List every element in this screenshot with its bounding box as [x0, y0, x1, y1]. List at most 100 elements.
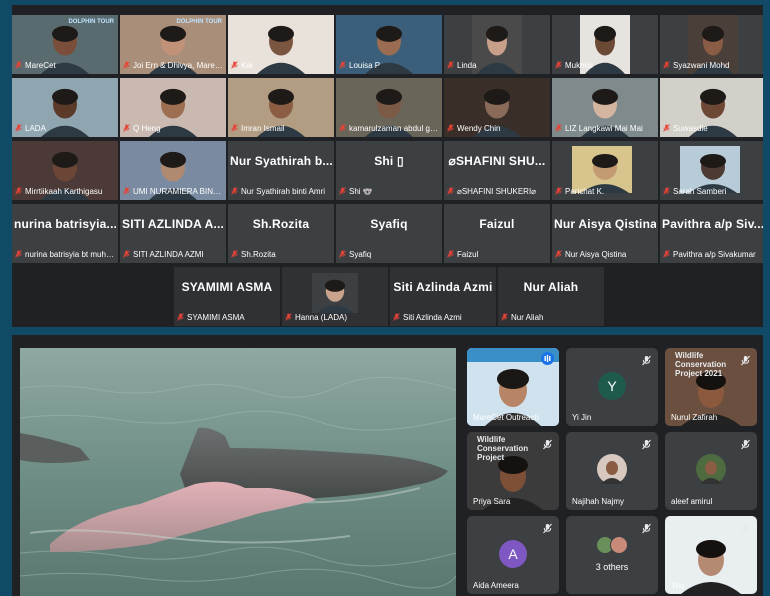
- participant-tile[interactable]: Sarah Samberi: [660, 141, 763, 200]
- participant-tile[interactable]: Pavithra a/p Siv... Pavithra a/p Sivakuma…: [660, 204, 763, 263]
- participant-name-label: Wendy Chin: [447, 124, 547, 134]
- participant-tile[interactable]: Wendy Chin: [444, 78, 550, 137]
- participant-tile[interactable]: ⌀SHAFINI SHU... ⌀SHAFINI SHUKERI⌀: [444, 141, 550, 200]
- participant-name: SITI AZLINDA AZMI: [133, 250, 204, 259]
- participant-tile[interactable]: Linda: [444, 15, 550, 74]
- participant-tile[interactable]: LADA: [12, 78, 118, 137]
- participant-tile[interactable]: Mirrtiikaah Karthigasu: [12, 141, 118, 200]
- participant-name-label: Nur Syathirah binti Amri: [231, 187, 331, 197]
- muted-mic-icon: [123, 61, 130, 69]
- participant-name: Joi Ern & Dhivya, MareCet: [133, 61, 223, 70]
- meet-participant-tile[interactable]: A Aida Ameera: [467, 516, 559, 594]
- participant-display-name: Nur Aisya Qistina: [554, 217, 656, 231]
- participant-tile[interactable]: Nur Aisya Qistina Nur Aisya Qistina: [552, 204, 658, 263]
- participant-tile[interactable]: Hanna (LADA): [282, 267, 388, 326]
- participant-display-name: nurina batrisyia...: [14, 217, 116, 231]
- participant-tile[interactable]: DOLPHIN TOUR Joi Ern & Dhivya, MareCet: [120, 15, 226, 74]
- participant-name-label: nurina batrisyia bt muha...: [15, 250, 115, 260]
- muted-mic-icon: [740, 521, 751, 534]
- participant-avatar: [696, 454, 726, 484]
- muted-mic-icon: [123, 187, 130, 195]
- muted-mic-icon: [231, 124, 238, 132]
- participant-tile[interactable]: Suwasdie: [660, 78, 763, 137]
- meet-participant-tile[interactable]: aleef amirul: [665, 432, 757, 510]
- participant-name: Nur Syathirah binti Amri: [241, 187, 326, 196]
- participant-tile[interactable]: Louisa P: [336, 15, 442, 74]
- meet-participant-name: aleef amirul: [671, 497, 713, 506]
- participant-name: LADA: [25, 124, 46, 133]
- participant-tile[interactable]: nurina batrisyia... nurina batrisyia bt m…: [12, 204, 118, 263]
- muted-mic-icon: [393, 313, 400, 321]
- participant-avatar: Y: [598, 372, 626, 400]
- participant-name-label: SITI AZLINDA AZMI: [123, 250, 223, 260]
- participant-name: LIZ Langkawi Mai Mai: [565, 124, 643, 133]
- participant-name: Nur Aisya Qistina: [565, 250, 627, 259]
- participant-tile[interactable]: kamarulzaman abdul gha...: [336, 78, 442, 137]
- muted-mic-icon: [641, 353, 652, 366]
- participant-avatar: [597, 454, 627, 484]
- participant-tile[interactable]: Imran Ismail: [228, 78, 334, 137]
- zoom-gallery: DOLPHIN TOUR MareCet DOLPHIN TOUR Joi Ern …: [12, 5, 763, 327]
- participant-name: Shi 🐨: [349, 187, 373, 196]
- participant-tile[interactable]: Kai: [228, 15, 334, 74]
- participant-name: Syafiq: [349, 250, 372, 259]
- participant-tile[interactable]: Q Heng: [120, 78, 226, 137]
- participant-display-name: ⌀SHAFINI SHU...: [448, 154, 546, 168]
- participant-name-label: LIZ Langkawi Mai Mai: [555, 124, 655, 134]
- participant-name-label: Joi Ern & Dhivya, MareCet: [123, 61, 223, 71]
- participant-name: Syazwani Mohd: [673, 61, 730, 70]
- participant-tile[interactable]: SYAMIMI ASMA SYAMIMI ASMA: [174, 267, 280, 326]
- participant-tile[interactable]: SITI AZLINDA A... SITI AZLINDA AZMI: [120, 204, 226, 263]
- muted-mic-icon: [339, 61, 346, 69]
- participant-name-label: Shi 🐨: [339, 187, 439, 197]
- participant-tile[interactable]: Syafiq Syafiq: [336, 204, 442, 263]
- meet-participant-tile[interactable]: Najihah Najmy: [566, 432, 658, 510]
- muted-mic-icon: [15, 187, 22, 195]
- participant-tile[interactable]: Shi ▯ Shi 🐨: [336, 141, 442, 200]
- participant-name: Sh.Rozita: [241, 250, 276, 259]
- participant-name: nurina batrisyia bt muha...: [25, 250, 115, 259]
- meet-participant-name: Yi Jin: [572, 413, 592, 422]
- muted-mic-icon: [555, 61, 562, 69]
- participant-tile[interactable]: Nur Syathirah b... Nur Syathirah binti Am…: [228, 141, 334, 200]
- muted-mic-icon: [555, 250, 562, 258]
- muted-mic-icon: [177, 313, 184, 321]
- participant-tile[interactable]: Faizul Faizul: [444, 204, 550, 263]
- shared-screen-dolphin-photo[interactable]: [20, 348, 456, 596]
- participant-name: Siti Azlinda Azmi: [403, 313, 462, 322]
- participant-name: Mirrtiikaah Karthigasu: [25, 187, 103, 196]
- participant-tile[interactable]: LIZ Langkawi Mai Mai: [552, 78, 658, 137]
- muted-mic-icon: [555, 124, 562, 132]
- meet-participant-name: Najihah Najmy: [572, 497, 625, 506]
- participant-tile[interactable]: Siti Azlinda Azmi Siti Azlinda Azmi: [390, 267, 496, 326]
- participant-name-label: Mirrtiikaah Karthigasu: [15, 187, 115, 197]
- meet-participant-tile[interactable]: Y Yi Jin: [566, 348, 658, 426]
- muted-mic-icon: [123, 124, 130, 132]
- meet-participant-tile[interactable]: Wildlife Conservation Project Priya Sara: [467, 432, 559, 510]
- muted-mic-icon: [285, 313, 292, 321]
- participant-name: Linda: [457, 61, 477, 70]
- muted-mic-icon: [339, 187, 346, 195]
- participant-name: Pavithra a/p Sivakumar: [673, 250, 756, 259]
- participant-display-name: SITI AZLINDA A...: [122, 217, 224, 231]
- participant-display-name: Nur Aliah: [523, 280, 579, 294]
- participant-tile[interactable]: DOLPHIN TOUR MareCet: [12, 15, 118, 74]
- participant-tile[interactable]: Mukhris: [552, 15, 658, 74]
- participant-tile[interactable]: Nur Aliah Nur Aliah: [498, 267, 604, 326]
- participant-tile[interactable]: Parichat K.: [552, 141, 658, 200]
- participant-name: Kai: [241, 61, 253, 70]
- dolphin-tour-logo: DOLPHIN TOUR: [68, 19, 114, 25]
- participant-tile[interactable]: Syazwani Mohd: [660, 15, 763, 74]
- participant-name-label: UMI NURAMIERA BINTI S...: [123, 187, 223, 197]
- meet-participant-name: Nurul Zafirah: [671, 413, 718, 422]
- meet-participant-tile[interactable]: MareCet Outreach: [467, 348, 559, 426]
- meet-participant-tile[interactable]: 3 others: [566, 516, 658, 594]
- meet-participant-tile[interactable]: You: [665, 516, 757, 594]
- participant-name-label: Imran Ismail: [231, 124, 331, 134]
- participant-tile[interactable]: UMI NURAMIERA BINTI S...: [120, 141, 226, 200]
- participant-name: kamarulzaman abdul gha...: [349, 124, 439, 133]
- muted-mic-icon: [663, 124, 670, 132]
- participant-tile[interactable]: Sh.Rozita Sh.Rozita: [228, 204, 334, 263]
- meet-participant-tile[interactable]: Wildlife Conservation Project 2021 Nurul …: [665, 348, 757, 426]
- participant-name-label: Linda: [447, 61, 547, 71]
